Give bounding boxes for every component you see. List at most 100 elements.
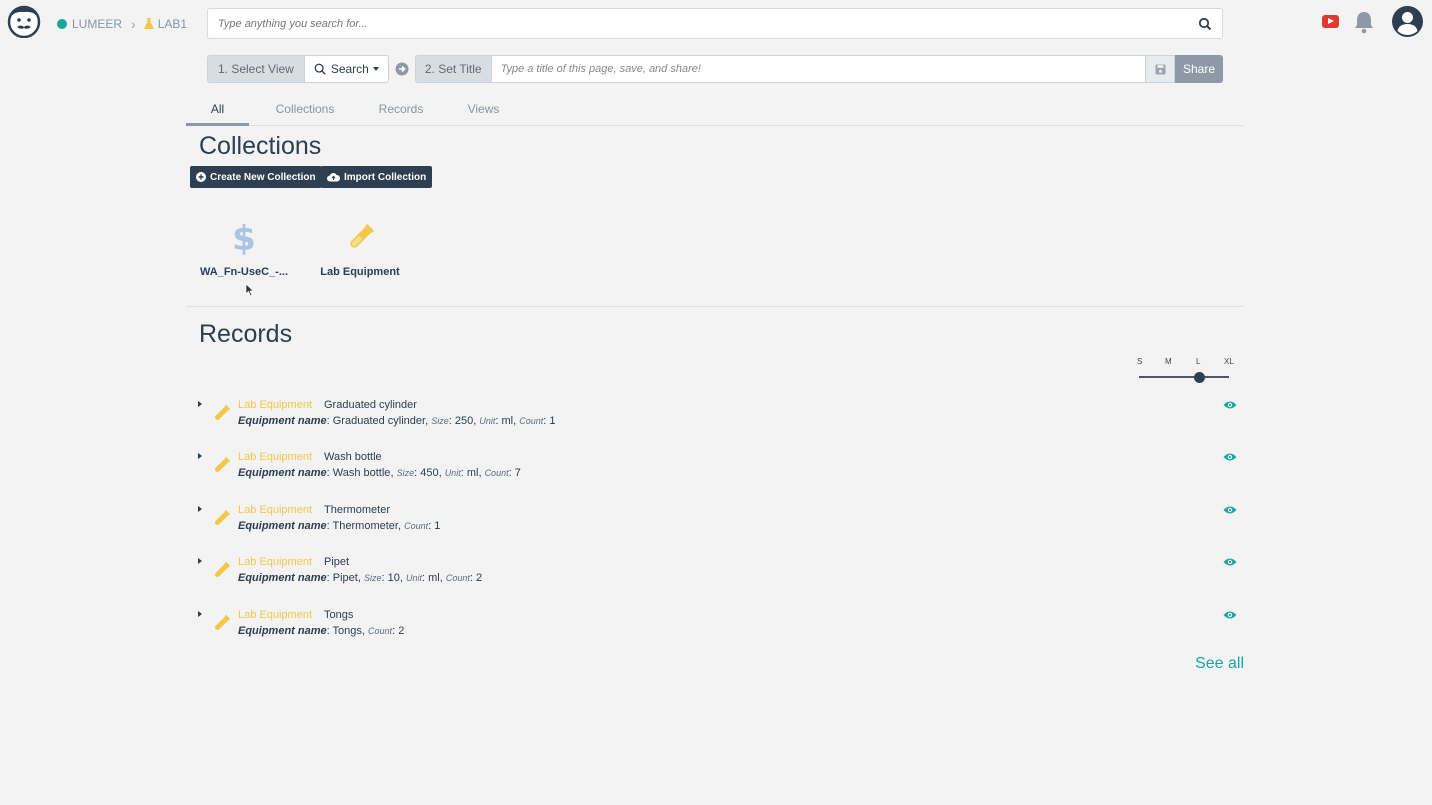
- record-row[interactable]: Lab Equipment Graduated cylinder Equipment…: [196, 399, 1244, 439]
- size-label-xl[interactable]: XL: [1224, 357, 1234, 366]
- size-label-m[interactable]: M: [1165, 357, 1172, 366]
- size-label-l[interactable]: L: [1196, 357, 1200, 366]
- attr-value: 450: [420, 467, 439, 479]
- record-collection[interactable]: Lab Equipment: [238, 399, 312, 411]
- attr-value: 7: [514, 467, 521, 479]
- tab-records[interactable]: Records: [356, 96, 446, 126]
- breadcrumb-org[interactable]: LUMEER: [72, 17, 122, 31]
- flask-icon: [215, 562, 230, 577]
- expand-caret-icon[interactable]: [198, 611, 202, 617]
- flask-icon: [215, 457, 230, 472]
- create-collection-label: Create New Collection: [210, 171, 316, 183]
- record-title[interactable]: Thermometer: [324, 504, 390, 516]
- flask-icon: [215, 405, 230, 420]
- expand-caret-icon[interactable]: [198, 506, 202, 512]
- search-bar: [207, 8, 1223, 39]
- attr-value: Wash bottle: [332, 467, 391, 479]
- slider-thumb[interactable]: [1194, 372, 1205, 383]
- lumeer-logo[interactable]: [7, 4, 41, 38]
- attr-label: Equipment name: [238, 415, 327, 427]
- expand-caret-icon[interactable]: [198, 558, 202, 564]
- eye-icon[interactable]: [1223, 557, 1237, 567]
- attr-label: Size: [363, 573, 382, 583]
- tab-collections[interactable]: Collections: [254, 96, 356, 126]
- size-label-s[interactable]: S: [1137, 357, 1142, 366]
- attr-label: Equipment name: [238, 520, 327, 532]
- attr-value: ml: [466, 467, 479, 479]
- record-attributes: Equipment name: Wash bottle, Size: 450, …: [238, 467, 521, 479]
- save-button[interactable]: [1146, 55, 1175, 83]
- search-dropdown[interactable]: Search: [304, 55, 389, 83]
- eye-icon[interactable]: [1223, 400, 1237, 410]
- collections-heading: Collections: [199, 132, 322, 160]
- record-attributes: Equipment name: Thermometer, Count: 1: [238, 520, 441, 532]
- attr-label: Equipment name: [238, 625, 327, 637]
- record-row[interactable]: Lab Equipment Tongs Equipment name: Tongs,…: [196, 609, 1244, 649]
- record-attributes: Equipment name: Tongs, Count: 2: [238, 625, 405, 637]
- search-icon: [314, 63, 326, 75]
- create-collection-button[interactable]: Create New Collection: [190, 166, 322, 188]
- record-row[interactable]: Lab Equipment Pipet Equipment name: Pipet,…: [196, 556, 1244, 596]
- select-view-step[interactable]: 1. Select View: [207, 55, 305, 83]
- attr-value: ml: [428, 572, 440, 584]
- attr-label: Count: [519, 416, 544, 426]
- tab-all[interactable]: All: [186, 96, 249, 126]
- collection-item[interactable]: $ WA_Fn-UseC_-...: [194, 219, 294, 278]
- attr-value: 250: [454, 415, 474, 427]
- attr-value: Graduated cylinder: [332, 415, 426, 427]
- import-collection-button[interactable]: Import Collection: [321, 166, 433, 188]
- page-title-input[interactable]: [491, 55, 1146, 83]
- record-title[interactable]: Tongs: [324, 609, 353, 621]
- record-row[interactable]: Lab Equipment Wash bottle Equipment name: …: [196, 451, 1244, 491]
- expand-caret-icon[interactable]: [198, 401, 202, 407]
- search-dropdown-label: Search: [330, 62, 369, 76]
- dollar-icon: $: [232, 219, 256, 259]
- record-title[interactable]: Wash bottle: [324, 451, 382, 463]
- collection-name: WA_Fn-UseC_-...: [199, 266, 288, 278]
- record-collection[interactable]: Lab Equipment: [238, 451, 312, 463]
- attr-value: 2: [398, 625, 405, 637]
- record-collection[interactable]: Lab Equipment: [238, 556, 312, 568]
- search-icon[interactable]: [1198, 17, 1212, 31]
- slider-track[interactable]: [1139, 376, 1229, 378]
- flask-icon: [215, 510, 230, 525]
- bell-icon[interactable]: [1353, 10, 1375, 34]
- record-attributes: Equipment name: Pipet, Size: 10, Unit: m…: [238, 572, 483, 584]
- attr-label: Size: [431, 416, 449, 426]
- youtube-icon[interactable]: [1322, 15, 1339, 28]
- attr-label: Count: [404, 521, 429, 531]
- expand-caret-icon[interactable]: [198, 453, 202, 459]
- mouse-cursor-icon: [245, 283, 255, 297]
- record-title[interactable]: Graduated cylinder: [324, 399, 417, 411]
- attr-value: 2: [476, 572, 483, 584]
- record-row[interactable]: Lab Equipment Thermometer Equipment name: …: [196, 504, 1244, 544]
- see-all-link[interactable]: See all: [1195, 655, 1244, 673]
- import-collection-label: Import Collection: [344, 171, 427, 183]
- view-toolbar: 1. Select View Search 2. Set Title Share: [207, 55, 1223, 83]
- eye-icon[interactable]: [1223, 452, 1237, 462]
- breadcrumb-project[interactable]: LAB1: [158, 17, 187, 31]
- attr-value: Tongs: [332, 625, 362, 637]
- record-attributes: Equipment name: Graduated cylinder, Size…: [238, 415, 556, 427]
- svg-text:$: $: [233, 221, 255, 255]
- record-collection[interactable]: Lab Equipment: [238, 504, 312, 516]
- record-title[interactable]: Pipet: [324, 556, 349, 568]
- attr-label: Equipment name: [238, 467, 327, 479]
- search-input[interactable]: [218, 17, 1198, 30]
- record-collection[interactable]: Lab Equipment: [238, 609, 312, 621]
- caret-down-icon: [372, 67, 379, 71]
- tab-views[interactable]: Views: [446, 96, 521, 126]
- eye-icon[interactable]: [1223, 610, 1237, 620]
- share-button[interactable]: Share: [1175, 55, 1223, 83]
- arrow-right-circle-icon: [395, 62, 409, 76]
- attr-value: 10: [387, 572, 400, 584]
- collection-item[interactable]: Lab Equipment: [310, 221, 410, 278]
- collection-name: Lab Equipment: [320, 266, 400, 278]
- user-avatar-icon[interactable]: [1391, 5, 1424, 38]
- attr-label: Unit: [405, 573, 422, 583]
- attr-label: Count: [368, 626, 393, 636]
- set-title-step[interactable]: 2. Set Title: [414, 55, 492, 83]
- record-size-slider[interactable]: S M L XL: [1134, 357, 1234, 387]
- eye-icon[interactable]: [1223, 505, 1237, 515]
- attr-value: 1: [549, 415, 556, 427]
